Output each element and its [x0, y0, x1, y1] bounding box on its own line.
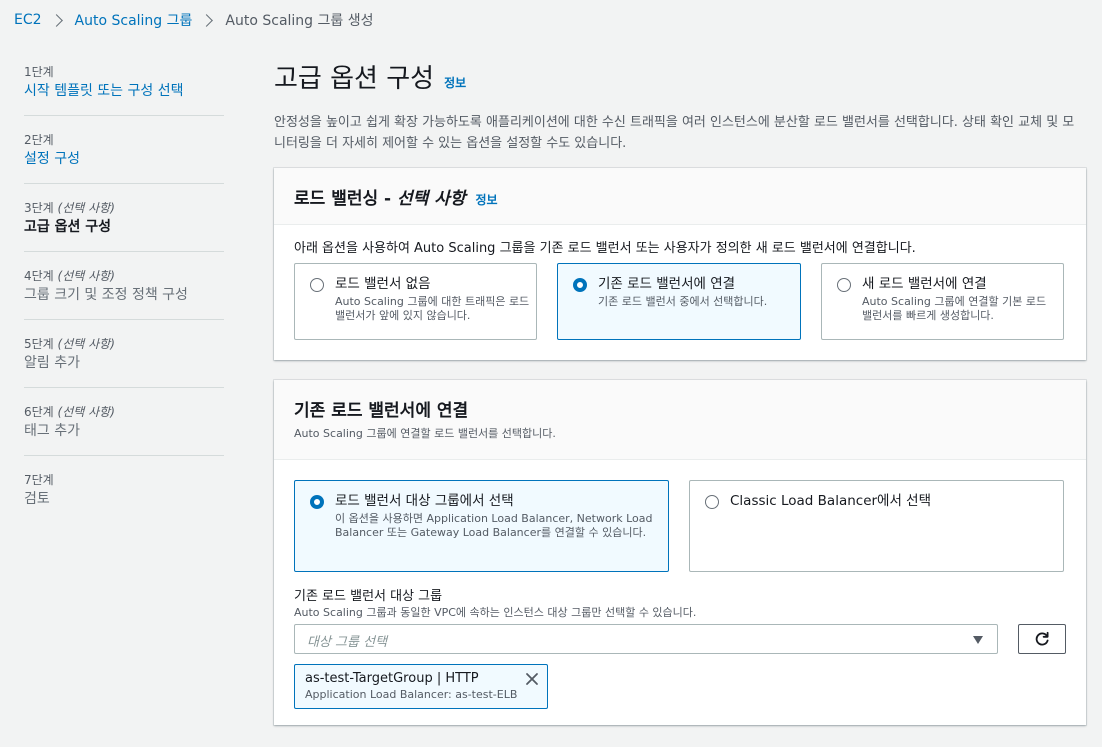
step-1-link[interactable]: 시작 템플릿 또는 구성 선택 — [24, 80, 224, 102]
target-group-hint: Auto Scaling 그룹과 동일한 VPC에 속하는 인스턴스 대상 그룹… — [294, 606, 697, 619]
option-new-load-balancer[interactable]: 새 로드 밸런서에 연결 Auto Scaling 그룹에 연결할 기본 로드 … — [821, 263, 1064, 340]
step-3: 3단계 (선택 사항) 고급 옵션 구성 — [24, 196, 224, 252]
step-number: 5단계 (선택 사항) — [24, 337, 115, 351]
breadcrumb-auto-scaling-groups[interactable]: Auto Scaling 그룹 — [75, 10, 193, 30]
step-optional-tag: (선택 사항) — [57, 201, 115, 215]
option-no-load-balancer[interactable]: 로드 밸런서 없음 Auto Scaling 그룹에 대한 트래픽은 로드 밸런… — [294, 263, 537, 340]
step-6-label: 태그 추가 — [24, 423, 80, 439]
option-title: 로드 밸런서 없음 — [335, 276, 431, 292]
option-desc: 기존 로드 밸런서 중에서 선택합니다. — [598, 295, 768, 308]
step-3-current: 고급 옵션 구성 — [24, 219, 112, 235]
page-description: 안정성을 높이고 쉽게 확장 가능하도록 애플리케이션에 대한 수신 트래픽을 … — [274, 115, 1075, 151]
option-title: 로드 밸런서 대상 그룹에서 선택 — [335, 493, 514, 509]
load-balancing-lead: 아래 옵션을 사용하여 Auto Scaling 그룹을 기존 로드 밸런서 또… — [294, 241, 916, 256]
radio-button[interactable] — [310, 278, 324, 292]
selected-target-group-token: as-test-TargetGroup | HTTP Application L… — [294, 664, 548, 709]
radio-button-selected[interactable] — [573, 278, 587, 292]
step-optional-tag: (선택 사항) — [57, 269, 115, 283]
target-group-select[interactable]: 대상 그룹 선택 — [294, 624, 998, 654]
step-7: 7단계 검토 — [24, 468, 224, 523]
refresh-button[interactable] — [1018, 624, 1066, 654]
step-number: 6단계 (선택 사항) — [24, 405, 115, 419]
step-1: 1단계 시작 템플릿 또는 구성 선택 — [24, 60, 224, 116]
step-number: 3단계 (선택 사항) — [24, 201, 115, 215]
attach-source-options: 로드 밸런서 대상 그룹에서 선택 이 옵션을 사용하면 Application… — [294, 480, 1066, 572]
option-existing-load-balancer[interactable]: 기존 로드 밸런서에 연결 기존 로드 밸런서 중에서 선택합니다. — [557, 263, 801, 340]
step-number: 1단계 — [24, 65, 54, 79]
breadcrumb-create-group: Auto Scaling 그룹 생성 — [225, 13, 374, 29]
page-title: 고급 옵션 구성 정보 — [274, 58, 1086, 104]
step-7-label: 검토 — [24, 491, 50, 507]
attach-existing-header: 기존 로드 밸런서에 연결 Auto Scaling 그룹에 연결할 로드 밸런… — [274, 380, 1086, 460]
breadcrumb: EC2 Auto Scaling 그룹 Auto Scaling 그룹 생성 — [14, 10, 373, 30]
close-icon[interactable] — [524, 671, 540, 687]
load-balancing-panel: 로드 밸런싱 - 선택 사항 정보 아래 옵션을 사용하여 Auto Scali… — [274, 168, 1086, 360]
target-group-select-row: 대상 그룹 선택 — [294, 624, 1066, 654]
load-balancing-info-link[interactable]: 정보 — [476, 191, 498, 208]
radio-button-selected[interactable] — [310, 495, 324, 509]
step-4: 4단계 (선택 사항) 그룹 크기 및 조정 정책 구성 — [24, 264, 224, 320]
step-number: 7단계 — [24, 473, 54, 487]
step-2-link[interactable]: 설정 구성 — [24, 148, 224, 170]
load-balancing-title: 로드 밸런싱 - 선택 사항 정보 — [294, 189, 498, 209]
caret-down-icon — [973, 636, 983, 644]
chevron-right-icon — [49, 13, 63, 27]
option-title: 새 로드 밸런서에 연결 — [862, 276, 987, 292]
refresh-icon — [1035, 631, 1049, 646]
option-classic-load-balancer[interactable]: Classic Load Balancer에서 선택 — [689, 480, 1064, 572]
step-number: 4단계 (선택 사항) — [24, 269, 115, 283]
option-desc: Auto Scaling 그룹에 대한 트래픽은 로드 밸런서가 앞에 있지 않… — [335, 295, 530, 322]
select-placeholder: 대상 그룹 선택 — [307, 635, 388, 650]
target-group-field: 기존 로드 밸런서 대상 그룹 Auto Scaling 그룹과 동일한 VPC… — [294, 588, 1066, 709]
chevron-right-icon — [200, 13, 214, 27]
step-4-label: 그룹 크기 및 조정 정책 구성 — [24, 287, 188, 303]
breadcrumb-ec2[interactable]: EC2 — [14, 12, 42, 28]
step-6: 6단계 (선택 사항) 태그 추가 — [24, 400, 224, 456]
step-optional-tag: (선택 사항) — [57, 337, 115, 351]
page-info-link[interactable]: 정보 — [444, 62, 466, 104]
option-target-groups[interactable]: 로드 밸런서 대상 그룹에서 선택 이 옵션을 사용하면 Application… — [294, 480, 669, 572]
target-group-label: 기존 로드 밸런서 대상 그룹 — [294, 589, 443, 604]
option-desc: 이 옵션을 사용하면 Application Load Balancer, Ne… — [335, 512, 653, 539]
load-balancing-header: 로드 밸런싱 - 선택 사항 정보 — [274, 168, 1086, 225]
load-balancer-options: 로드 밸런서 없음 Auto Scaling 그룹에 대한 트래픽은 로드 밸런… — [294, 263, 1066, 340]
step-2: 2단계 설정 구성 — [24, 128, 224, 184]
option-title: 기존 로드 밸런서에 연결 — [598, 276, 736, 292]
option-desc: Auto Scaling 그룹에 연결할 기본 로드 밸런서를 빠르게 생성합니… — [862, 295, 1047, 322]
wizard-steps: 1단계 시작 템플릿 또는 구성 선택 2단계 설정 구성 3단계 (선택 사항… — [24, 60, 224, 535]
step-5: 5단계 (선택 사항) 알림 추가 — [24, 332, 224, 388]
step-optional-tag: (선택 사항) — [57, 405, 115, 419]
attach-existing-body: 로드 밸런서 대상 그룹에서 선택 이 옵션을 사용하면 Application… — [274, 460, 1086, 725]
token-subtitle: Application Load Balancer: as-test-ELB — [305, 688, 518, 701]
attach-existing-panel: 기존 로드 밸런서에 연결 Auto Scaling 그룹에 연결할 로드 밸런… — [274, 380, 1086, 725]
token-title: as-test-TargetGroup | HTTP — [305, 671, 479, 686]
radio-button[interactable] — [705, 495, 719, 509]
main-content: 고급 옵션 구성 정보 안정성을 높이고 쉽게 확장 가능하도록 애플리케이션에… — [274, 58, 1086, 725]
attach-existing-title: 기존 로드 밸런서에 연결 — [294, 401, 469, 421]
step-5-label: 알림 추가 — [24, 355, 80, 371]
attach-existing-subtitle: Auto Scaling 그룹에 연결할 로드 밸런서를 선택합니다. — [294, 427, 556, 440]
option-title: Classic Load Balancer에서 선택 — [730, 493, 932, 509]
radio-button[interactable] — [837, 278, 851, 292]
step-number: 2단계 — [24, 133, 54, 147]
load-balancing-body: 아래 옵션을 사용하여 Auto Scaling 그룹을 기존 로드 밸런서 또… — [274, 225, 1086, 360]
